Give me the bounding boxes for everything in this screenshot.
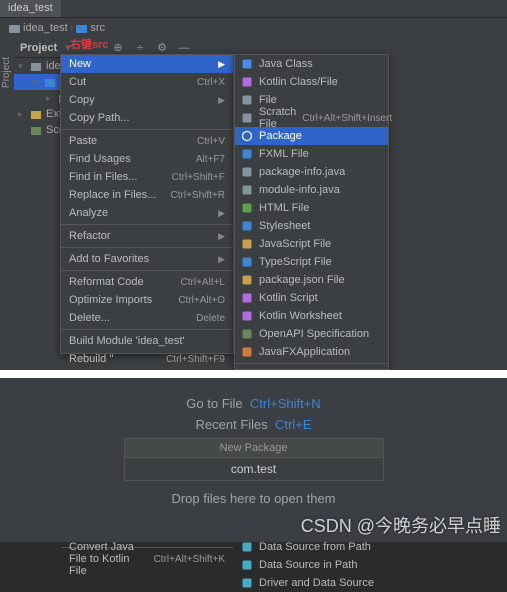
menu-item[interactable]: Kotlin Script [235, 289, 388, 307]
hide-icon[interactable]: — [177, 41, 191, 55]
hint-goto-file: Go to File Ctrl+Shift+N [0, 396, 507, 411]
menu-item[interactable]: package.json File [235, 271, 388, 289]
expand-all-icon[interactable]: ÷ [133, 41, 147, 55]
menu-item[interactable]: Rebuild ''Ctrl+Shift+F9 [61, 350, 233, 368]
toolwindow-stripe[interactable]: Project [0, 42, 14, 102]
ide-top-pane: idea_test idea_test › src Project Projec… [0, 0, 507, 370]
hint-recent-files: Recent Files Ctrl+E [0, 417, 507, 432]
menu-item[interactable]: Package [235, 127, 388, 145]
crumb-src[interactable]: src [90, 22, 105, 34]
new-package-dialog: New Package com.test [124, 438, 384, 481]
menu-item[interactable]: CutCtrl+X [61, 73, 233, 91]
menu-item[interactable]: Optimize ImportsCtrl+Alt+O [61, 291, 233, 309]
menu-item[interactable]: Stylesheet [235, 217, 388, 235]
hint-drop-files: Drop files here to open them [0, 491, 507, 506]
menu-item[interactable]: Convert Java File to Kotlin FileCtrl+Alt… [61, 550, 233, 568]
package-name-input[interactable]: com.test [125, 458, 383, 480]
split-gap [0, 370, 507, 378]
context-menu[interactable]: New▶CutCtrl+XCopy▶Copy Path... PasteCtrl+… [60, 54, 234, 354]
crumb-project[interactable]: idea_test [23, 22, 68, 34]
folder-icon [75, 22, 88, 35]
dialog-title: New Package [125, 439, 383, 458]
menu-item[interactable]: FXML File [235, 145, 388, 163]
menu-item[interactable]: HTML File [235, 199, 388, 217]
gear-icon[interactable]: ⚙ [155, 41, 169, 55]
menu-item[interactable]: Java Class [235, 55, 388, 73]
menu-item[interactable]: OpenAPI Specification [235, 325, 388, 343]
menu-item[interactable]: Reformat CodeCtrl+Alt+L [61, 273, 233, 291]
menu-item[interactable]: Scratch FileCtrl+Alt+Shift+Insert [235, 109, 388, 127]
ide-bottom-pane: Go to File Ctrl+Shift+N Recent Files Ctr… [0, 378, 507, 542]
menu-item[interactable]: Replace in Files...Ctrl+Shift+R [61, 186, 233, 204]
select-opened-icon[interactable]: ⊕ [111, 41, 125, 55]
menu-item[interactable]: module-info.java [235, 181, 388, 199]
annotation-label: 右键src [70, 36, 109, 52]
menu-item[interactable]: Find in Files...Ctrl+Shift+F [61, 168, 233, 186]
menu-item[interactable]: Analyze▶ [61, 204, 233, 222]
menu-item[interactable]: Driver and Data Source [235, 574, 388, 592]
menu-item[interactable]: Find UsagesAlt+F7 [61, 150, 233, 168]
menu-item[interactable]: PasteCtrl+V [61, 132, 233, 150]
editor-tabbar: idea_test [0, 0, 507, 18]
menu-item[interactable]: Copy Path... [61, 109, 233, 127]
new-submenu[interactable]: Java ClassKotlin Class/FileFileScratch F… [234, 54, 389, 370]
menu-item[interactable]: Kotlin Class/File [235, 73, 388, 91]
tool-title: Project [20, 42, 57, 54]
menu-item[interactable]: TypeScript File [235, 253, 388, 271]
menu-item[interactable]: File [235, 91, 388, 109]
menu-item[interactable]: Kotlin Worksheet [235, 307, 388, 325]
menu-item[interactable]: Refactor▶ [61, 227, 233, 245]
menu-item[interactable]: New▶ [61, 55, 233, 73]
menu-item[interactable]: Data Source in Path [235, 556, 388, 574]
chevron-right-icon: › [70, 22, 74, 34]
menu-item[interactable]: JavaScript File [235, 235, 388, 253]
breadcrumb: idea_test › src [0, 18, 507, 38]
folder-icon [8, 22, 21, 35]
menu-item[interactable]: Copy▶ [61, 91, 233, 109]
tab-idea-test[interactable]: idea_test [0, 0, 61, 17]
watermark: CSDN @今晚务必早点睡 [301, 512, 501, 538]
menu-item[interactable]: Add to Favorites▶ [61, 250, 233, 268]
menu-item[interactable]: Delete...Delete [61, 309, 233, 327]
menu-item[interactable]: Build Module 'idea_test' [61, 332, 233, 350]
menu-item[interactable]: JavaFXApplication [235, 343, 388, 361]
menu-item[interactable]: package-info.java [235, 163, 388, 181]
